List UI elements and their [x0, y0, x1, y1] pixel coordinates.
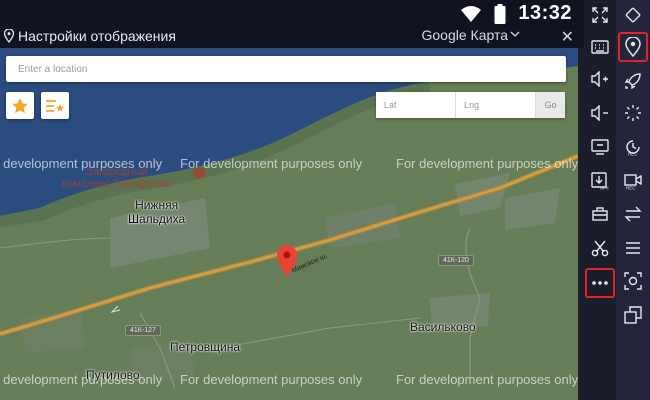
poi-label-line2: комплекс Тимофеево: [62, 178, 172, 190]
poi-label: Загородный комплекс Тимофеево: [62, 166, 172, 190]
video-record-button[interactable]: REC: [620, 168, 646, 194]
scissors-icon: [591, 240, 609, 257]
volume-up-icon: [591, 71, 608, 87]
toolbox-button[interactable]: [587, 201, 613, 227]
sync-icon: [624, 206, 642, 222]
volume-down-icon: [591, 105, 608, 121]
volume-up-button[interactable]: [587, 66, 613, 92]
apk-install-button[interactable]: APK: [587, 168, 613, 194]
status-bar: 13:32: [0, 0, 584, 24]
favorite-button[interactable]: [6, 92, 34, 119]
screenshot-icon: [624, 272, 642, 290]
loading-button[interactable]: [620, 100, 646, 126]
sync-button[interactable]: [620, 201, 646, 227]
dialog-title: Настройки отображения: [18, 28, 176, 44]
watermark-text: For development purposes only: [396, 156, 578, 171]
location-button[interactable]: [618, 32, 648, 62]
menu-icon: [626, 242, 640, 254]
location-search-box[interactable]: [6, 56, 566, 82]
menu-button[interactable]: [620, 235, 646, 261]
latitude-input[interactable]: [376, 92, 456, 118]
more-button[interactable]: [585, 268, 615, 298]
longitude-input[interactable]: [456, 92, 536, 118]
saved-locations-button[interactable]: [41, 92, 69, 119]
loading-icon: [625, 105, 641, 121]
keyboard-button[interactable]: [587, 34, 613, 60]
location-icon: [625, 37, 641, 57]
coordinate-input-group: Go: [376, 92, 565, 118]
rotate-button[interactable]: [620, 2, 646, 28]
apk-install-icon: APK: [591, 172, 609, 190]
rotate-icon: [625, 7, 641, 23]
chevron-down-icon[interactable]: [510, 29, 520, 39]
rocket-button[interactable]: [620, 68, 646, 94]
close-button[interactable]: ✕: [561, 27, 574, 47]
place-label-putilovo: Путилово: [86, 368, 140, 382]
more-icon: [592, 281, 608, 285]
hotel-icon: [193, 167, 205, 179]
toolbar-column-left: APK: [584, 0, 616, 400]
multi-window-button[interactable]: [620, 302, 646, 328]
rocket-icon: [624, 73, 641, 90]
multi-window-icon: [624, 306, 642, 324]
volume-down-button[interactable]: [587, 100, 613, 126]
map-view[interactable]: For development purposes only For develo…: [0, 48, 578, 400]
svg-text:APK: APK: [600, 186, 609, 191]
map-provider-select[interactable]: Google Карта: [422, 27, 509, 43]
watermark-text: For development purposes only: [180, 372, 363, 387]
location-search-input[interactable]: [6, 56, 566, 82]
toolbar-column-right: REC REC: [616, 0, 650, 400]
place-label-petrovshchina: Петровщина: [170, 340, 240, 354]
toolbox-icon: [592, 207, 608, 221]
wifi-icon: [461, 5, 482, 22]
place-label-vasilkovo: Васильково: [410, 320, 476, 334]
battery-icon: [494, 3, 506, 24]
video-record-icon: REC: [624, 174, 642, 191]
star-icon: [12, 97, 28, 113]
place-line2: Шальдиха: [128, 212, 186, 226]
watermark-text: For development purposes only: [396, 372, 578, 387]
location-pin-icon: [4, 29, 14, 43]
keyboard-icon: [591, 40, 609, 54]
road-shield-label: 41К-127: [125, 325, 161, 336]
fullscreen-button[interactable]: [587, 2, 613, 28]
record-button[interactable]: REC: [620, 134, 646, 160]
screenshot-button[interactable]: [620, 268, 646, 294]
place-label-nizhnyaya-shaldikha: Нижняя Шальдиха: [128, 198, 185, 226]
record-icon: REC: [626, 140, 640, 157]
go-button[interactable]: Go: [536, 92, 565, 118]
svg-text:REC: REC: [626, 186, 636, 191]
emulator-window: 13:32 Настройки отображения Google Карта…: [0, 0, 650, 400]
poi-label-line1: Загородный: [86, 166, 148, 178]
dialog-header: Настройки отображения Google Карта ✕: [0, 24, 584, 48]
map-marker-icon[interactable]: [276, 244, 298, 278]
place-line1: Нижняя: [135, 198, 179, 212]
svg-text:REC: REC: [628, 152, 638, 157]
starred-list-icon: [46, 99, 64, 112]
fullscreen-icon: [592, 7, 608, 23]
screen-button[interactable]: [587, 134, 613, 160]
watermark-text: For development purposes only: [180, 156, 363, 171]
screen-icon: [591, 139, 609, 155]
road-shield-label: 41К-120: [438, 255, 474, 266]
status-time: 13:32: [518, 2, 572, 24]
scissors-button[interactable]: [587, 235, 613, 261]
